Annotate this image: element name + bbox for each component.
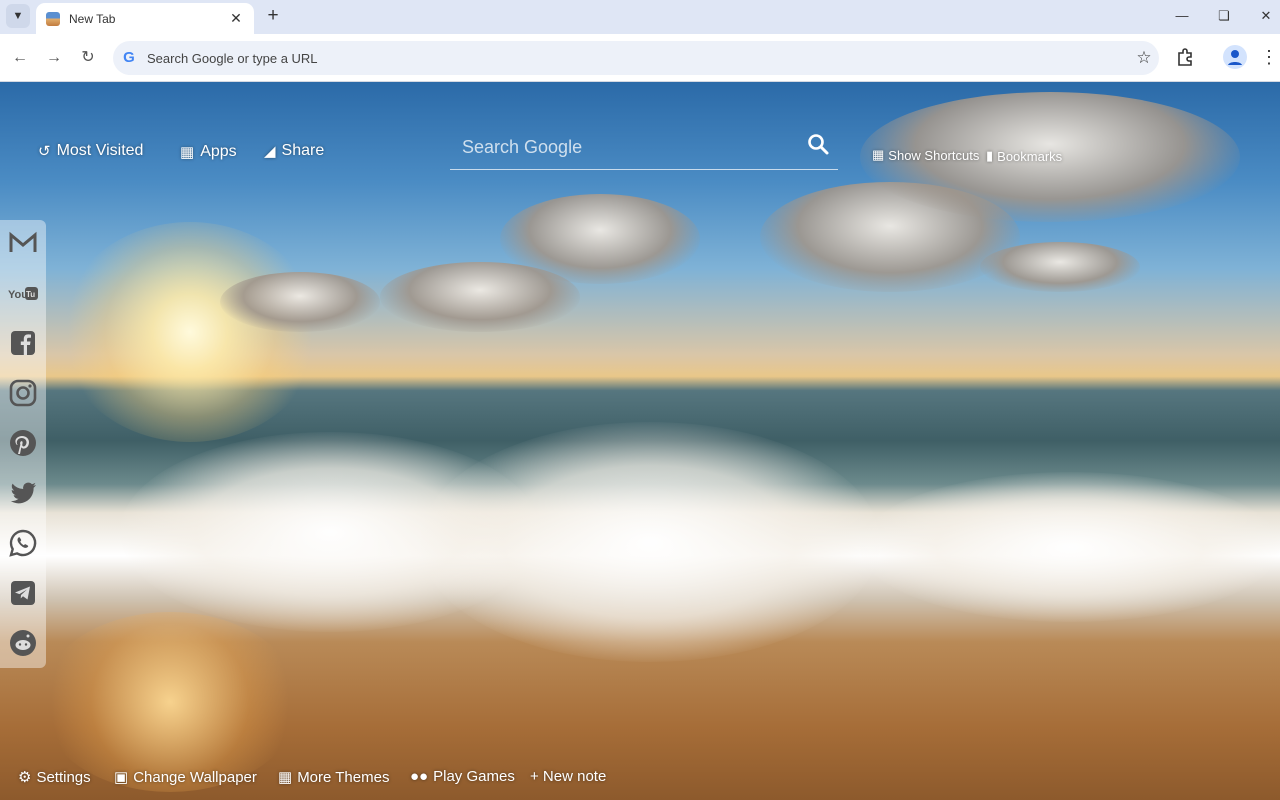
browser-toolbar: ← → ↻ G Search Google or type a URL ☆ ⋮ — [0, 34, 1280, 82]
wallpaper-sand-glow — [40, 612, 300, 792]
more-menu-button[interactable]: ⋮ — [1260, 46, 1278, 70]
wallpaper-foam — [860, 472, 1280, 622]
share-label: Share — [281, 142, 325, 159]
profile-button[interactable] — [1223, 45, 1247, 69]
telegram-link[interactable] — [6, 576, 40, 610]
whatsapp-icon — [9, 529, 37, 557]
wallpaper-sun — [60, 222, 320, 442]
more-icon: ⋮ — [1260, 47, 1278, 67]
wallpaper-cloud — [380, 262, 580, 332]
gmail-icon — [9, 231, 37, 252]
image-icon: ▣ — [114, 769, 129, 786]
back-icon: ← — [12, 49, 28, 66]
wallpaper-cloud — [220, 272, 380, 332]
most-visited-link[interactable]: ↺ Most Visited — [38, 142, 143, 160]
browser-frame: ▼ New Tab ✕ + — ❏ ✕ ← → ↻ G Search Googl… — [0, 0, 1280, 82]
gmail-link[interactable] — [6, 226, 40, 260]
bookmark-icon: ▮ — [986, 148, 994, 163]
reddit-icon — [10, 630, 36, 656]
play-games-label: Play Games — [433, 768, 515, 785]
svg-text:You: You — [8, 289, 28, 301]
instagram-link[interactable] — [6, 376, 40, 410]
reload-icon: ↻ — [81, 49, 95, 66]
new-note-link[interactable]: + New note — [530, 768, 606, 785]
search-box — [450, 128, 838, 170]
social-sidebar: You Tu — [0, 220, 46, 668]
restore-icon: ❏ — [1218, 8, 1230, 23]
facebook-link[interactable] — [6, 326, 40, 360]
show-shortcuts-label: Show Shortcuts — [888, 147, 980, 163]
reload-button[interactable]: ↻ — [76, 46, 100, 70]
facebook-icon — [11, 331, 35, 355]
back-button[interactable]: ← — [8, 46, 32, 70]
gear-icon: ⚙ — [18, 769, 32, 786]
gamepad-icon: ●● — [410, 768, 429, 785]
new-note-label: + New note — [530, 768, 607, 785]
share-link[interactable]: ◢ Share — [264, 142, 324, 160]
telegram-icon — [11, 581, 35, 605]
bookmarks-link[interactable]: ▮ Bookmarks — [986, 148, 1062, 164]
twitter-link[interactable] — [6, 476, 40, 510]
reddit-link[interactable] — [6, 626, 40, 660]
tab-favicon-icon — [46, 11, 60, 26]
youtube-icon: YouTu — [8, 287, 38, 301]
change-wallpaper-link[interactable]: ▣ Change Wallpaper — [114, 768, 257, 787]
extensions-icon — [1178, 48, 1192, 66]
forward-button[interactable]: → — [42, 46, 66, 70]
instagram-icon — [9, 379, 37, 407]
address-bar[interactable]: G Search Google or type a URL ☆ — [113, 41, 1159, 75]
forward-icon: → — [46, 49, 62, 66]
more-themes-label: More Themes — [297, 768, 390, 786]
close-icon[interactable]: ✕ — [228, 10, 244, 27]
svg-text:Tu: Tu — [26, 290, 35, 299]
minimize-icon: — — [1175, 8, 1189, 23]
twitter-icon — [10, 482, 37, 504]
settings-link[interactable]: ⚙ Settings — [18, 768, 91, 787]
history-icon: ↺ — [38, 143, 51, 160]
apps-link[interactable]: ▦ Apps — [180, 143, 237, 161]
change-wallpaper-label: Change Wallpaper — [133, 768, 257, 786]
share-icon: ◢ — [264, 143, 276, 160]
extensions-button[interactable] — [1174, 46, 1196, 68]
search-button[interactable] — [806, 132, 832, 158]
windows-icon: ▦ — [278, 769, 293, 786]
most-visited-label: Most Visited — [56, 142, 144, 159]
apps-label: Apps — [200, 143, 237, 160]
plus-icon: + — [267, 5, 279, 26]
settings-label: Settings — [36, 768, 91, 786]
pinterest-link[interactable] — [6, 426, 40, 460]
tab-search-button[interactable]: ▼ — [6, 4, 30, 28]
google-icon: G — [123, 49, 135, 66]
grid-icon: ▦ — [180, 144, 195, 161]
windows-icon: ▦ — [872, 147, 885, 162]
whatsapp-link[interactable] — [6, 526, 40, 560]
close-window-button[interactable]: ✕ — [1254, 6, 1278, 26]
wallpaper-cloud — [980, 242, 1140, 292]
tab-title: New Tab — [69, 11, 116, 26]
new-tab-button[interactable]: + — [262, 5, 284, 27]
profile-icon — [1228, 50, 1242, 65]
star-icon[interactable]: ☆ — [1129, 48, 1159, 68]
pinterest-icon — [10, 430, 36, 456]
address-bar-placeholder: Search Google or type a URL — [147, 50, 318, 66]
minimize-button[interactable]: — — [1170, 6, 1194, 26]
close-icon: ✕ — [1260, 8, 1272, 23]
youtube-link[interactable]: You Tu — [6, 276, 40, 310]
tab-strip: ▼ New Tab ✕ + — ❏ ✕ — [0, 0, 1280, 34]
play-games-link[interactable]: ●● Play Games — [410, 768, 515, 785]
bookmarks-label: Bookmarks — [997, 148, 1063, 164]
show-shortcuts-link[interactable]: ▦ Show Shortcuts — [872, 147, 979, 163]
chevron-down-icon: ▼ — [12, 10, 24, 22]
tab-new-tab[interactable]: New Tab ✕ — [36, 3, 254, 34]
search-input[interactable] — [460, 134, 790, 160]
more-themes-link[interactable]: ▦ More Themes — [278, 768, 390, 787]
restore-button[interactable]: ❏ — [1212, 6, 1236, 26]
wallpaper-foam — [420, 422, 880, 662]
new-tab-page: ↺ Most Visited ▦ Apps ◢ Share ▦ Show Sho… — [0, 82, 1280, 800]
search-icon — [808, 134, 829, 155]
